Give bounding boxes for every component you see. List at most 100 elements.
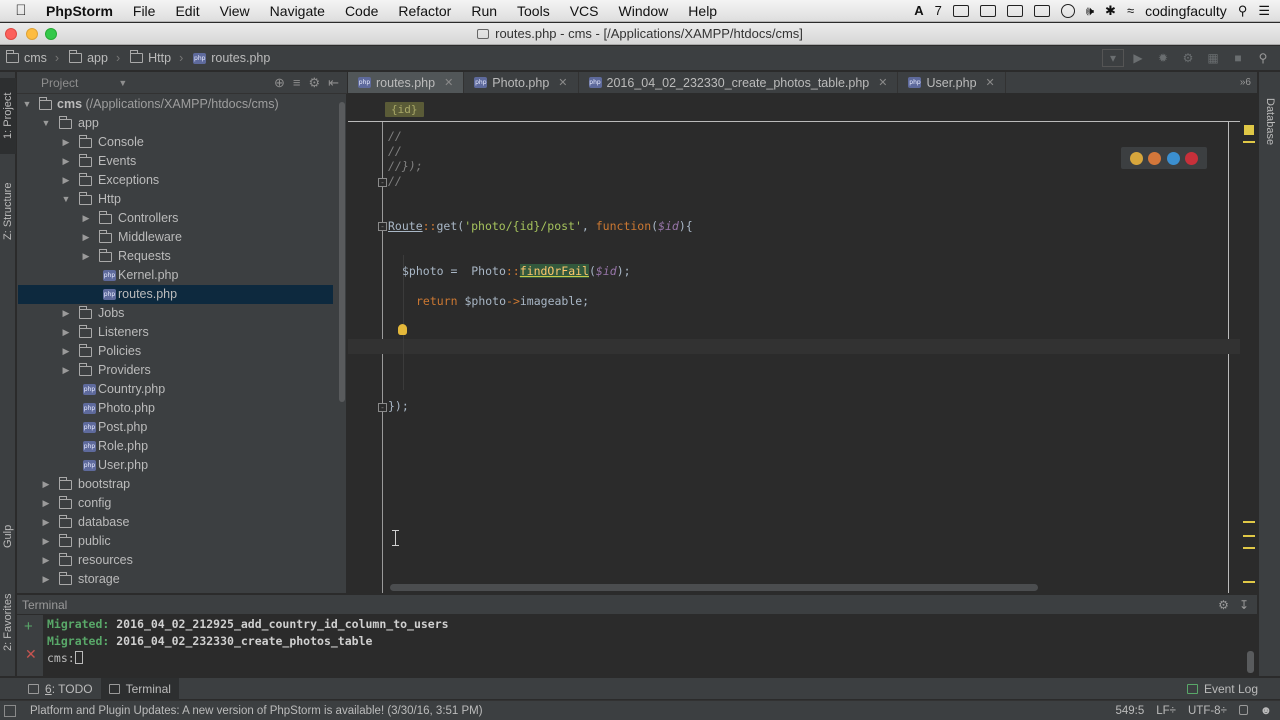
search-everywhere-icon[interactable]: ⚲ xyxy=(1252,49,1274,67)
new-session-plus-icon[interactable]: + xyxy=(24,618,33,635)
profile-icon[interactable]: ▦ xyxy=(1202,49,1224,67)
menu-window[interactable]: Window xyxy=(609,3,679,19)
breadcrumb-app[interactable]: app › xyxy=(63,50,124,65)
terminal-prompt[interactable]: cms: xyxy=(47,650,83,667)
tree-item-resources[interactable]: ▶ resources xyxy=(17,551,333,570)
error-stripe[interactable] xyxy=(1240,95,1257,593)
zoom-window-button[interactable] xyxy=(45,28,57,40)
hide-terminal-icon[interactable]: ↧ xyxy=(1239,598,1249,612)
project-view-selector[interactable]: Project xyxy=(41,76,78,90)
screen-icon[interactable] xyxy=(952,4,969,17)
minimize-window-button[interactable] xyxy=(26,28,38,40)
tree-item-controllers[interactable]: ▶ Controllers xyxy=(17,209,333,228)
intention-bulb-icon[interactable] xyxy=(398,324,407,335)
tree-item-country-php[interactable]: php Country.php xyxy=(17,380,333,399)
menu-file[interactable]: File xyxy=(123,3,166,19)
status-message[interactable]: Platform and Plugin Updates: A new versi… xyxy=(30,705,483,717)
tool-tab-project[interactable]: 1: Project xyxy=(0,78,16,154)
run-icon[interactable]: ▶ xyxy=(1127,49,1149,67)
menu-vcs[interactable]: VCS xyxy=(560,3,609,19)
tool-tab-event-log[interactable]: Event Log xyxy=(1186,682,1280,696)
apple-menu-icon[interactable]:  xyxy=(0,2,42,19)
firefox-icon[interactable] xyxy=(1148,151,1162,165)
close-tab-icon[interactable]: ✕ xyxy=(558,76,567,89)
breadcrumb-http[interactable]: Http › xyxy=(124,50,187,65)
adobe-icon[interactable]: A xyxy=(914,3,923,18)
debug-icon[interactable]: ✹ xyxy=(1152,49,1174,67)
tool-tab-terminal[interactable]: Terminal xyxy=(100,677,179,700)
tray-number[interactable]: 7 xyxy=(935,3,942,18)
settings-gear-icon[interactable]: ⚙ xyxy=(308,75,320,91)
tree-item-role-php[interactable]: php Role.php xyxy=(17,437,333,456)
encoding-selector[interactable]: UTF-8÷ xyxy=(1188,705,1227,717)
editor-horizontal-scrollbar[interactable] xyxy=(390,584,1038,591)
run-config-dropdown[interactable]: ▾ xyxy=(1102,49,1124,67)
tab-create-photos-table[interactable]: php 2016_04_02_232330_create_photos_table… xyxy=(579,72,899,93)
tree-item-config[interactable]: ▶ config xyxy=(17,494,333,513)
tree-item-jobs[interactable]: ▶ Jobs xyxy=(17,304,333,323)
tree-item-listeners[interactable]: ▶ Listeners xyxy=(17,323,333,342)
stripe-mark[interactable] xyxy=(1243,547,1255,549)
close-tab-icon[interactable]: ✕ xyxy=(444,76,453,89)
fold-marker[interactable]: - xyxy=(378,178,387,187)
editor-breadcrumb-chip[interactable]: {id} xyxy=(385,102,424,117)
tree-item-user-php[interactable]: php User.php xyxy=(17,456,333,475)
tree-item-bootstrap[interactable]: ▶ bootstrap xyxy=(17,475,333,494)
lock-icon[interactable] xyxy=(1238,704,1248,715)
scrollbar-thumb[interactable] xyxy=(339,102,345,402)
tool-tab-database[interactable]: Database xyxy=(1262,90,1278,154)
menu-code[interactable]: Code xyxy=(335,3,388,19)
tree-item-post-php[interactable]: php Post.php xyxy=(17,418,333,437)
terminal-scrollbar[interactable] xyxy=(1247,651,1254,673)
tree-item-requests[interactable]: ▶ Requests xyxy=(17,247,333,266)
safari-icon[interactable] xyxy=(1166,151,1180,165)
stripe-mark[interactable] xyxy=(1243,581,1255,583)
code-editor[interactable]: {id} // // //}); // - - Route::get('phot… xyxy=(348,95,1257,593)
breadcrumb-cms[interactable]: cms › xyxy=(0,50,63,65)
tool-tab-favorites[interactable]: 2: Favorites xyxy=(0,582,16,662)
tool-tab-structure[interactable]: Z: Structure xyxy=(0,168,16,254)
caret-position[interactable]: 549:5 xyxy=(1115,705,1144,717)
tree-item-root[interactable]: ▼ cms (/Applications/XAMPP/htdocs/cms) xyxy=(17,95,333,114)
window-icon[interactable] xyxy=(979,4,996,17)
toggle-tool-windows-icon[interactable] xyxy=(4,704,16,717)
tree-item-kernel-php[interactable]: php Kernel.php xyxy=(17,266,333,285)
close-tab-icon[interactable]: ✕ xyxy=(878,76,887,89)
menu-edit[interactable]: Edit xyxy=(165,3,209,19)
line-separator-selector[interactable]: LF÷ xyxy=(1156,705,1176,717)
chrome-icon[interactable] xyxy=(1129,151,1143,165)
close-session-icon[interactable]: ✕ xyxy=(25,646,37,663)
tab-photo-php[interactable]: php Photo.php ✕ xyxy=(464,72,579,93)
inspection-status-icon[interactable] xyxy=(1244,125,1254,135)
bluetooth-icon[interactable]: ✱ xyxy=(1105,3,1116,19)
scroll-from-source-icon[interactable]: ⊕ xyxy=(274,75,285,91)
notification-center-icon[interactable]: ☰ xyxy=(1258,3,1270,19)
stripe-mark[interactable] xyxy=(1243,521,1255,523)
fold-marker[interactable]: - xyxy=(378,222,387,231)
volume-icon[interactable]: 🕪 xyxy=(1086,3,1094,19)
menu-navigate[interactable]: Navigate xyxy=(260,3,335,19)
tab-routes-php[interactable]: php routes.php ✕ xyxy=(348,72,465,93)
tree-item-exceptions[interactable]: ▶ Exceptions xyxy=(17,171,333,190)
menu-phpstorm[interactable]: PhpStorm xyxy=(42,3,123,19)
close-window-button[interactable] xyxy=(5,28,17,40)
wifi-icon[interactable]: ≈ xyxy=(1127,3,1134,18)
tree-item-console[interactable]: ▶ Console xyxy=(17,133,333,152)
tab-user-php[interactable]: php User.php ✕ xyxy=(898,72,1006,93)
spotlight-search-icon[interactable]: ⚲ xyxy=(1238,3,1248,19)
terminal-panel[interactable]: + ✕ Migrated: 2016_04_02_212925_add_coun… xyxy=(17,615,1257,676)
menu-help[interactable]: Help xyxy=(678,3,727,19)
fold-marker[interactable]: - xyxy=(378,403,387,412)
tree-item-middleware[interactable]: ▶ Middleware xyxy=(17,228,333,247)
stop-icon[interactable]: ■ xyxy=(1227,49,1249,67)
dropbox-icon[interactable] xyxy=(1033,4,1050,17)
menu-view[interactable]: View xyxy=(210,3,260,19)
tree-item-app[interactable]: ▼ app xyxy=(17,114,333,133)
hector-icon[interactable]: ☻ xyxy=(1260,705,1272,717)
user-name[interactable]: codingfaculty xyxy=(1145,3,1227,19)
opera-icon[interactable] xyxy=(1185,151,1199,165)
breadcrumb-routes[interactable]: php routes.php xyxy=(187,51,274,65)
stripe-mark[interactable] xyxy=(1243,535,1255,537)
close-tab-icon[interactable]: ✕ xyxy=(986,76,995,89)
coverage-icon[interactable]: ⚙ xyxy=(1177,49,1199,67)
